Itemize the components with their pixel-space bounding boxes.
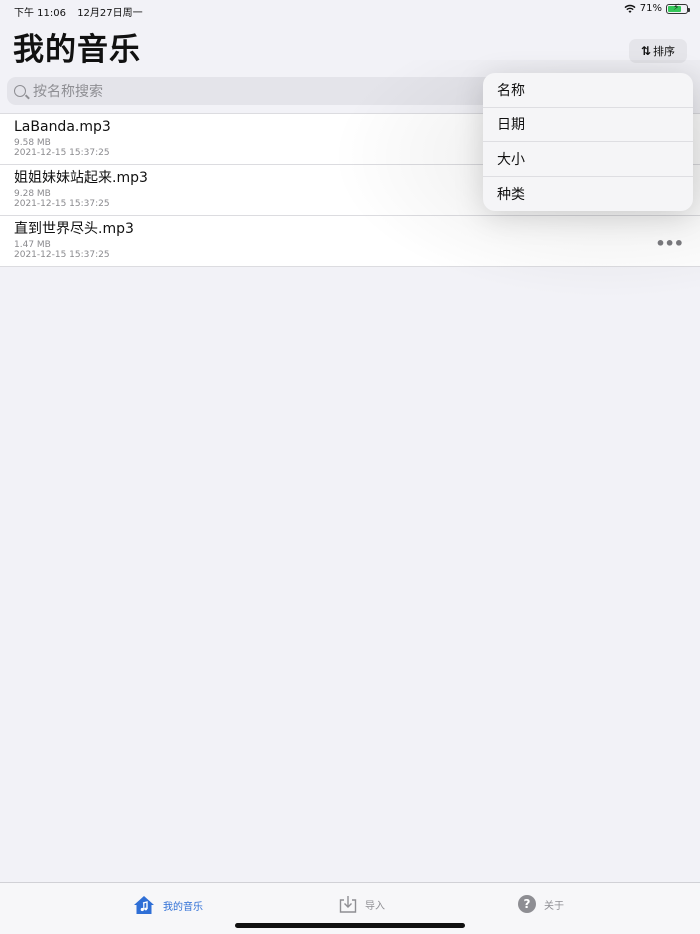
sort-menu: 名称 日期 大小 种类: [483, 73, 693, 211]
search-icon: [14, 85, 26, 97]
status-date: 12月27日周一: [77, 8, 143, 19]
more-options-icon[interactable]: •••: [655, 234, 684, 253]
tab-my-music-label: 我的音乐: [163, 901, 203, 913]
list-item[interactable]: 直到世界尽头.mp3 1.47 MB 2021-12-15 15:37:25 •…: [0, 216, 700, 267]
file-size: 1.47 MB: [14, 240, 51, 250]
search-input[interactable]: 按名称搜索: [7, 77, 507, 105]
home-music-icon: [134, 896, 154, 914]
home-indicator: [235, 923, 465, 928]
tab-import-label: 导入: [365, 900, 385, 912]
sort-menu-item-name[interactable]: 名称: [483, 73, 693, 108]
sort-menu-item-date[interactable]: 日期: [483, 108, 693, 142]
sort-menu-item-kind[interactable]: 种类: [483, 177, 693, 212]
import-icon: [339, 896, 357, 913]
status-indicators: 71% ⚡: [624, 2, 690, 14]
sort-button-label: 排序: [653, 45, 676, 58]
status-time: 下午 11:06: [14, 8, 66, 19]
wifi-icon: [624, 4, 636, 13]
search-placeholder: 按名称搜索: [33, 84, 103, 100]
battery-icon: ⚡: [666, 2, 690, 14]
tab-my-music[interactable]: 我的音乐: [133, 895, 203, 915]
status-time-date: 下午 11:06 12月27日周一: [14, 4, 143, 19]
help-icon: ?: [518, 895, 536, 913]
sort-menu-item-size[interactable]: 大小: [483, 142, 693, 177]
file-name: 直到世界尽头.mp3: [14, 221, 134, 237]
tab-about[interactable]: ? 关于: [518, 895, 564, 913]
page-title: 我的音乐: [13, 32, 141, 68]
battery-percent: 71%: [639, 3, 662, 14]
file-date: 2021-12-15 15:37:25: [14, 250, 110, 260]
tab-import[interactable]: 导入: [339, 895, 385, 913]
tab-about-label: 关于: [544, 900, 564, 912]
status-bar: 下午 11:06 12月27日周一 71% ⚡: [0, 0, 700, 20]
charging-bolt-icon: ⚡: [673, 2, 680, 13]
sort-button[interactable]: ⇅ 排序: [629, 39, 687, 63]
sort-arrows-icon: ⇅: [640, 44, 652, 58]
